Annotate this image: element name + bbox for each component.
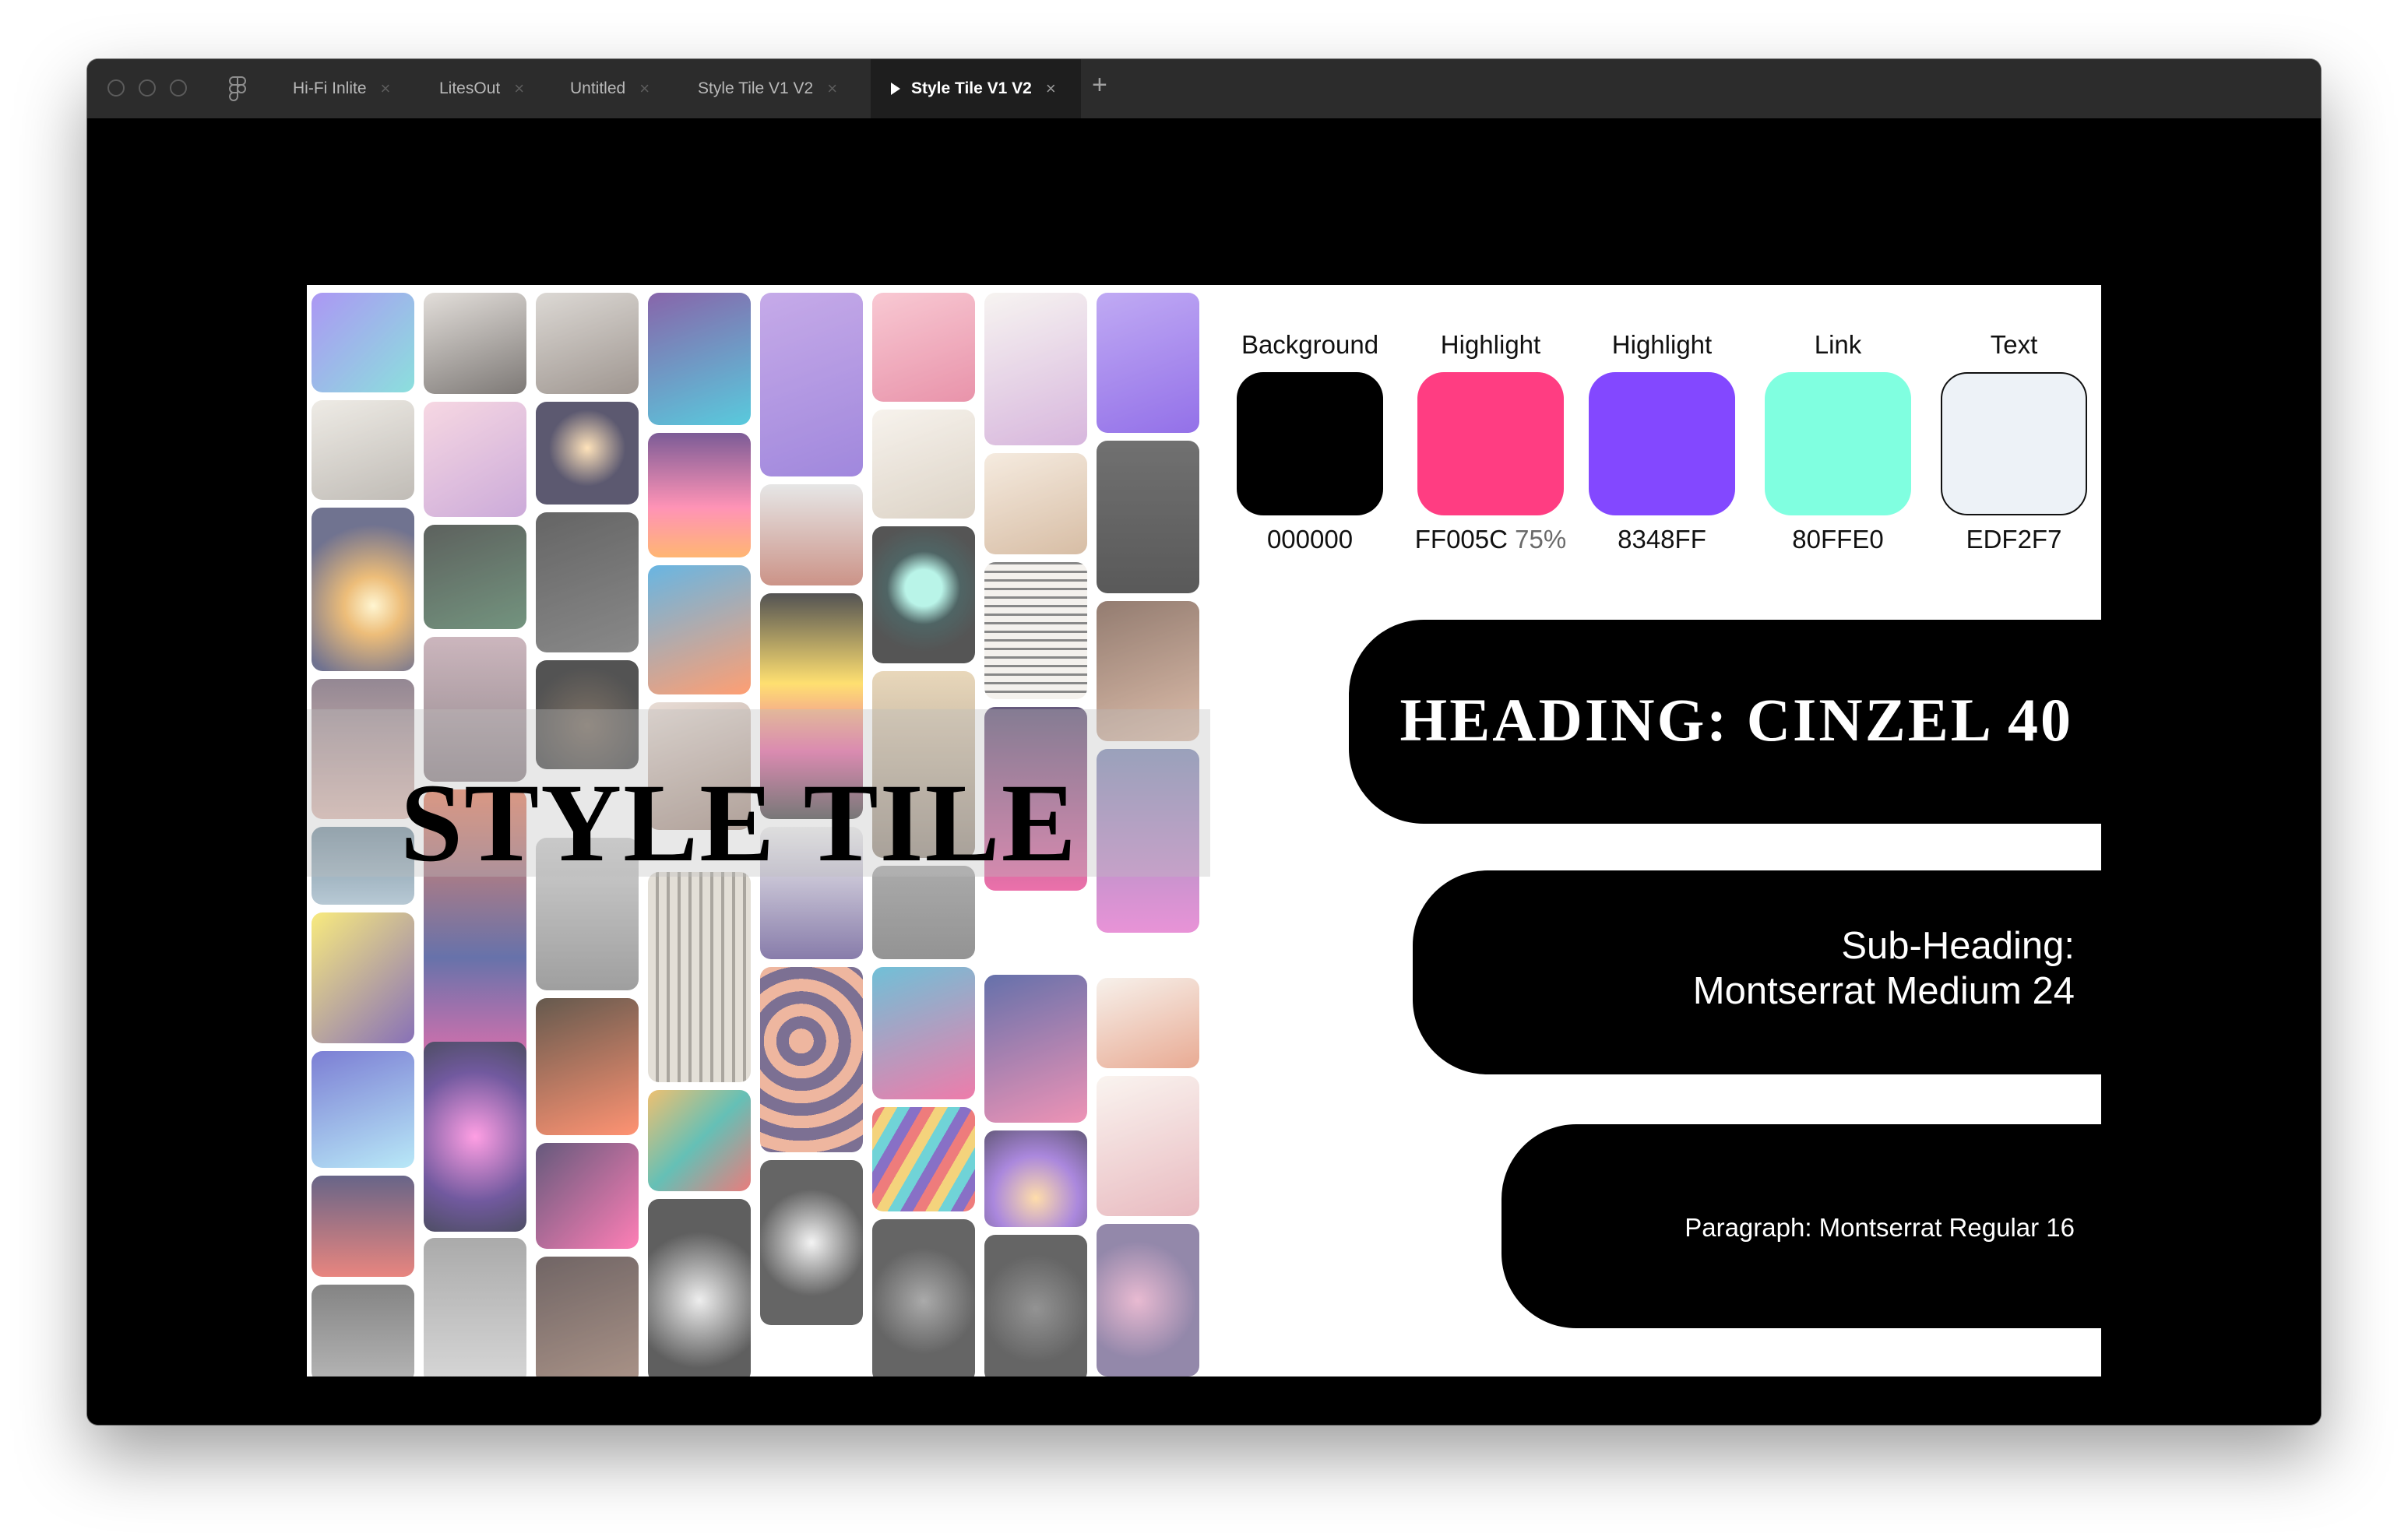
tab-label: Untitled	[570, 79, 626, 97]
swatch-label: Link	[1814, 330, 1862, 359]
paragraph-sample-text: Paragraph: Montserrat Regular 16	[1685, 1213, 2075, 1242]
swatch-color	[1765, 372, 1911, 515]
swatch-opacity: 75%	[1515, 525, 1567, 554]
paragraph-sample-block[interactable]: Paragraph: Montserrat Regular 16	[1501, 1124, 2101, 1328]
heading-sample-text: HEADING: CINZEL 40	[1399, 686, 2073, 754]
swatch-hex: 000000	[1266, 525, 1354, 554]
style-tile-frame[interactable]: STYLE TILE Background 000000 Highlight F…	[307, 285, 2101, 1377]
tab-hi-fi-inlite[interactable]: Hi-Fi Inlite ×	[293, 59, 390, 118]
tab-label: Hi-Fi Inlite	[293, 79, 367, 97]
subheading-line-2: Montserrat Medium 24	[1692, 970, 2075, 1012]
close-icon[interactable]: ×	[639, 79, 650, 99]
play-icon[interactable]	[891, 83, 900, 95]
zoom-window-button[interactable]	[170, 79, 187, 97]
swatch-color	[1417, 372, 1564, 515]
minimize-window-button[interactable]	[139, 79, 156, 97]
swatch-color	[1237, 372, 1383, 515]
tab-label: Style Tile V1 V2	[698, 79, 814, 97]
swatch-hex: FF005C 75%	[1414, 525, 1567, 554]
swatch-text[interactable]: Text EDF2F7	[1936, 330, 2092, 554]
swatch-label: Highlight	[1611, 330, 1713, 359]
subheading-sample-block[interactable]: Sub-Heading: Montserrat Medium 24	[1413, 870, 2101, 1074]
close-icon[interactable]: ×	[1046, 79, 1056, 99]
swatch-background[interactable]: Background 000000	[1232, 330, 1388, 554]
swatch-hex: EDF2F7	[1966, 525, 2062, 554]
figma-logo-icon[interactable]	[229, 76, 246, 101]
app-window: Hi-Fi Inlite × LitesOut × Untitled × Sty…	[87, 59, 2321, 1425]
swatch-label: Text	[1990, 330, 2038, 359]
subheading-sample-text: Sub-Heading: Montserrat Medium 24	[1693, 923, 2075, 1014]
swatch-label: Background	[1241, 330, 1379, 359]
swatch-highlight-pink[interactable]: Highlight FF005C 75%	[1408, 330, 1573, 554]
tab-untitled[interactable]: Untitled ×	[570, 59, 650, 118]
close-icon[interactable]: ×	[381, 79, 391, 99]
swatch-highlight-purple[interactable]: Highlight 8348FF	[1584, 330, 1740, 554]
plus-icon[interactable]: +	[1092, 70, 1107, 100]
style-tile-title: STYLE TILE	[400, 761, 1078, 885]
close-icon[interactable]: ×	[514, 79, 524, 99]
tab-label: Style Tile V1 V2	[911, 79, 1032, 97]
close-window-button[interactable]	[107, 79, 125, 97]
close-icon[interactable]: ×	[827, 79, 837, 99]
swatch-link[interactable]: Link 80FFE0	[1760, 330, 1916, 554]
heading-sample-block[interactable]: HEADING: CINZEL 40	[1349, 620, 2101, 824]
subheading-line-1: Sub-Heading:	[1841, 925, 2075, 967]
tab-style-tile-v1-v2-active[interactable]: Style Tile V1 V2 ×	[871, 59, 1081, 118]
tab-litesout[interactable]: LitesOut ×	[439, 59, 524, 118]
swatch-color	[1589, 372, 1735, 515]
swatch-label: Highlight	[1440, 330, 1541, 359]
swatch-hex: 8348FF	[1618, 525, 1706, 554]
title-bar: Hi-Fi Inlite × LitesOut × Untitled × Sty…	[87, 59, 2321, 118]
moodboard-collage: STYLE TILE	[307, 285, 1210, 1377]
swatch-hex: 80FFE0	[1792, 525, 1884, 554]
figma-canvas[interactable]: STYLE TILE Background 000000 Highlight F…	[87, 118, 2321, 1425]
tab-style-tile-v1-v2[interactable]: Style Tile V1 V2 ×	[698, 59, 837, 118]
tab-label: LitesOut	[439, 79, 501, 97]
swatch-color	[1941, 372, 2087, 515]
